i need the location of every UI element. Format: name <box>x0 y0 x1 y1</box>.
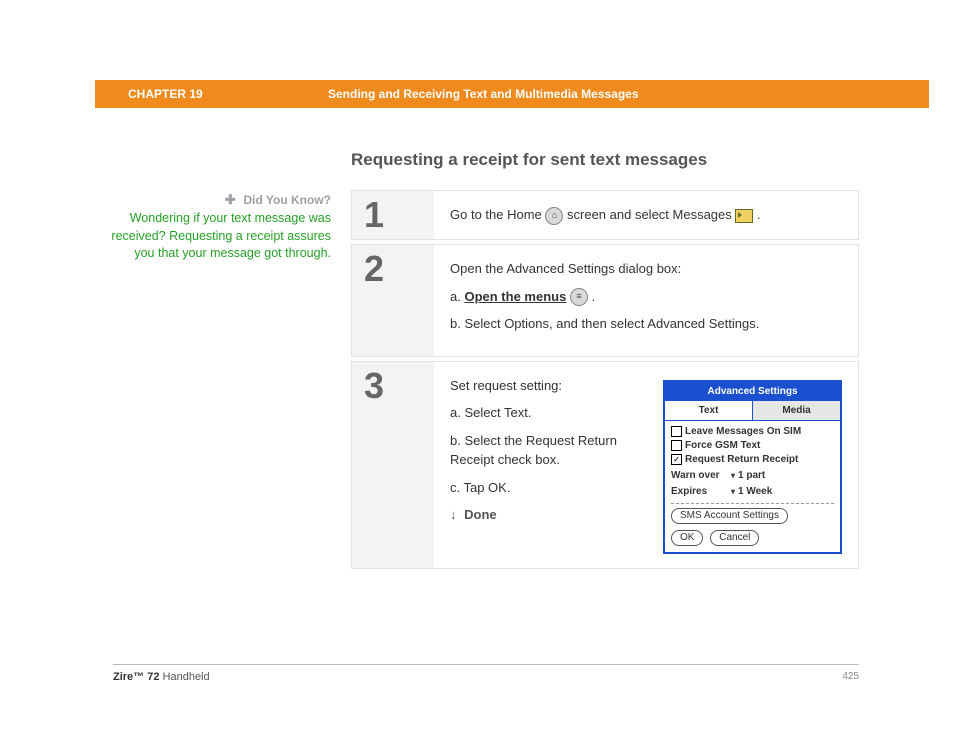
step-2: 2 Open the Advanced Settings dialog box:… <box>351 244 859 357</box>
dialog-body: Leave Messages On SIM Force GSM Text ✓ R… <box>665 421 840 526</box>
warn-label: Warn over <box>671 469 731 483</box>
page-number: 425 <box>842 671 859 683</box>
checkbox-return-receipt[interactable]: ✓ Request Return Receipt <box>671 453 834 467</box>
tab-media[interactable]: Media <box>753 401 840 420</box>
ok-button[interactable]: OK <box>671 530 703 546</box>
step2-b: b. Select Options, and then select Advan… <box>450 314 842 334</box>
content-area: Requesting a receipt for sent text messa… <box>95 150 859 573</box>
advanced-settings-dialog: Advanced Settings Text Media Leave Messa… <box>663 380 842 554</box>
sidebar-heading-row: ✚ Did You Know? <box>95 192 331 208</box>
step-number: 3 <box>352 362 434 568</box>
steps-container: 1 Go to the Home ⌂ screen and select Mes… <box>351 190 859 573</box>
checkbox-icon <box>671 426 682 437</box>
two-column-layout: ✚ Did You Know? Wondering if your text m… <box>95 190 859 573</box>
step-1: 1 Go to the Home ⌂ screen and select Mes… <box>351 190 859 240</box>
expires-value[interactable]: 1 Week <box>738 485 772 499</box>
divider <box>671 503 834 504</box>
product-suffix: Handheld <box>159 671 209 683</box>
checkbox-force-gsm[interactable]: Force GSM Text <box>671 439 834 453</box>
checkbox-icon-checked: ✓ <box>671 454 682 465</box>
section-title: Requesting a receipt for sent text messa… <box>351 150 859 170</box>
step2-a-post: . <box>592 289 596 304</box>
header-bar: CHAPTER 19 Sending and Receiving Text an… <box>95 80 929 108</box>
step-body: Open the Advanced Settings dialog box: a… <box>434 245 858 356</box>
dropdown-arrow-icon[interactable]: ▾ <box>731 486 735 497</box>
done-label: Done <box>464 507 497 522</box>
step2-intro: Open the Advanced Settings dialog box: <box>450 259 842 279</box>
open-menus-link[interactable]: Open the menus <box>464 289 566 304</box>
checkbox-label: Leave Messages On SIM <box>685 425 801 439</box>
messages-icon <box>735 209 753 223</box>
dialog-tabs: Text Media <box>665 401 840 421</box>
sidebar-body: Wondering if your text message was recei… <box>95 210 331 263</box>
cancel-button[interactable]: Cancel <box>710 530 759 546</box>
step3-c: c. Tap OK. <box>450 478 643 498</box>
sms-account-settings-button[interactable]: SMS Account Settings <box>671 508 788 524</box>
footer-product: Zire™ 72 Handheld <box>113 671 210 683</box>
step2-a-prefix: a. <box>450 289 464 304</box>
chapter-title: Sending and Receiving Text and Multimedi… <box>328 87 929 101</box>
done-row: ↓ Done <box>450 505 643 525</box>
warn-value[interactable]: 1 part <box>738 469 765 483</box>
plus-icon: ✚ <box>225 192 236 207</box>
step3-a: a. Select Text. <box>450 403 643 423</box>
step1-text-pre: Go to the Home <box>450 207 545 222</box>
step1-text-mid: screen and select Messages <box>567 207 735 222</box>
checkbox-label: Force GSM Text <box>685 439 760 453</box>
step-number: 1 <box>352 191 434 239</box>
warn-over-row: Warn over ▾ 1 part <box>671 469 834 483</box>
step-body: Set request setting: a. Select Text. b. … <box>434 362 858 568</box>
footer: Zire™ 72 Handheld 425 <box>113 664 859 683</box>
step1-text-post: . <box>757 207 761 222</box>
tab-text[interactable]: Text <box>665 401 753 420</box>
sidebar-tip: ✚ Did You Know? Wondering if your text m… <box>95 190 331 263</box>
step3-inner: Set request setting: a. Select Text. b. … <box>450 376 842 554</box>
dialog-title: Advanced Settings <box>665 382 840 401</box>
menu-icon: ≡ <box>570 288 588 306</box>
step3-intro: Set request setting: <box>450 376 643 396</box>
step3-text: Set request setting: a. Select Text. b. … <box>450 376 643 533</box>
checkbox-icon <box>671 440 682 451</box>
expires-label: Expires <box>671 485 731 499</box>
step-body: Go to the Home ⌂ screen and select Messa… <box>434 191 858 239</box>
step2-a: a. Open the menus ≡ . <box>450 287 842 307</box>
step3-b: b. Select the Request Return Receipt che… <box>450 431 643 470</box>
done-arrow-icon: ↓ <box>450 507 457 522</box>
chapter-label: CHAPTER 19 <box>128 87 328 101</box>
dropdown-arrow-icon[interactable]: ▾ <box>731 470 735 481</box>
checkbox-label: Request Return Receipt <box>685 453 798 467</box>
step-number: 2 <box>352 245 434 356</box>
dialog-buttons: OK Cancel <box>665 526 840 552</box>
product-name: Zire™ 72 <box>113 671 159 683</box>
step-3: 3 Set request setting: a. Select Text. b… <box>351 361 859 569</box>
checkbox-leave-sim[interactable]: Leave Messages On SIM <box>671 425 834 439</box>
home-icon: ⌂ <box>545 207 563 225</box>
expires-row: Expires ▾ 1 Week <box>671 485 834 499</box>
sidebar-heading: Did You Know? <box>243 193 331 207</box>
